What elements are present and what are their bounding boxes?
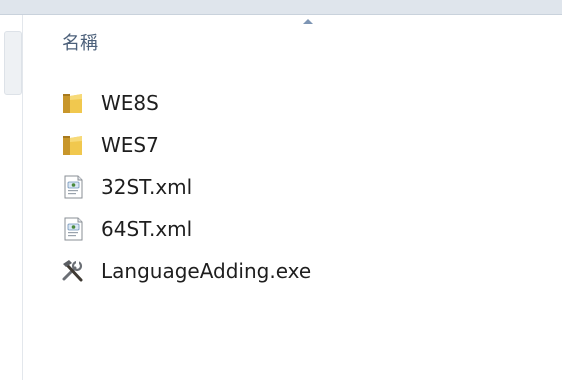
folder-icon	[60, 132, 86, 158]
file-item-64st-xml[interactable]: 64ST.xml	[60, 208, 311, 250]
file-item-label: WES7	[101, 133, 159, 157]
file-item-32st-xml[interactable]: 32ST.xml	[60, 166, 311, 208]
column-header-row: 名稱	[23, 15, 562, 65]
file-item-label: 32ST.xml	[101, 175, 193, 199]
sort-ascending-icon	[303, 19, 313, 24]
navigation-pane	[0, 15, 23, 380]
file-item-label: LanguageAdding.exe	[101, 259, 312, 283]
xml-file-icon	[60, 174, 86, 200]
xml-file-icon	[60, 216, 86, 242]
file-item-we8s[interactable]: WE8S	[60, 82, 311, 124]
file-item-wes7[interactable]: WES7	[60, 124, 311, 166]
column-header-name[interactable]: 名稱	[62, 29, 98, 55]
folder-icon	[60, 90, 86, 116]
file-item-label: WE8S	[101, 91, 159, 115]
file-explorer-window: 名稱 WE8S WES7 32ST.xml 64ST.xml LanguageA…	[0, 0, 562, 380]
file-item-languageadding-exe[interactable]: LanguageAdding.exe	[60, 250, 311, 292]
top-border	[0, 0, 562, 15]
file-list: WE8S WES7 32ST.xml 64ST.xml LanguageAddi…	[60, 82, 311, 292]
tools-exe-icon	[60, 258, 86, 284]
nav-scrollbar-thumb[interactable]	[4, 31, 22, 95]
file-item-label: 64ST.xml	[101, 217, 193, 241]
